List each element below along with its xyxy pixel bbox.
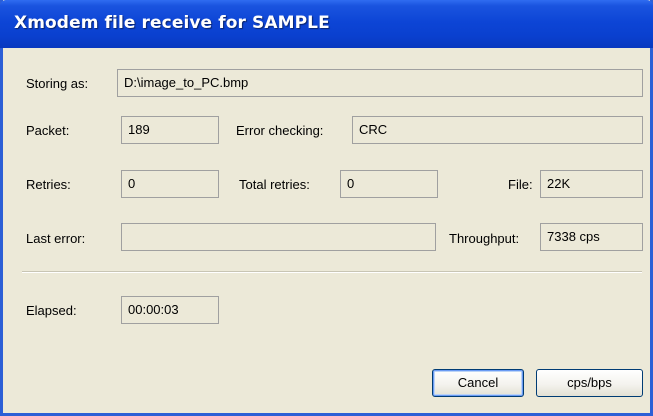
file-label: File: bbox=[508, 177, 533, 192]
retries-label: Retries: bbox=[26, 177, 71, 192]
elapsed-field: 00:00:03 bbox=[121, 296, 219, 324]
error-checking-label: Error checking: bbox=[236, 123, 324, 138]
error-checking-field: CRC bbox=[352, 116, 643, 144]
elapsed-label: Elapsed: bbox=[26, 303, 77, 318]
separator bbox=[22, 271, 642, 273]
throughput-label: Throughput: bbox=[449, 231, 520, 246]
cancel-button[interactable]: Cancel bbox=[432, 369, 524, 397]
title-bar[interactable]: Xmodem file receive for SAMPLE bbox=[0, 0, 653, 48]
file-size-field: 22K bbox=[540, 170, 643, 198]
storing-as-label: Storing as: bbox=[26, 76, 89, 91]
storing-as-field: D:\image_to_PC.bmp bbox=[117, 69, 643, 97]
throughput-field: 7338 cps bbox=[540, 223, 643, 251]
total-retries-field: 0 bbox=[340, 170, 438, 198]
window-title: Xmodem file receive for SAMPLE bbox=[14, 13, 330, 33]
total-retries-label: Total retries: bbox=[239, 177, 310, 192]
retries-field: 0 bbox=[121, 170, 219, 198]
cps-bps-button[interactable]: cps/bps bbox=[536, 369, 643, 397]
packet-label: Packet: bbox=[26, 123, 70, 138]
xmodem-receive-dialog: Xmodem file receive for SAMPLE Storing a… bbox=[0, 0, 653, 416]
packet-field: 189 bbox=[121, 116, 219, 144]
last-error-label: Last error: bbox=[26, 231, 86, 246]
last-error-field bbox=[121, 223, 436, 251]
